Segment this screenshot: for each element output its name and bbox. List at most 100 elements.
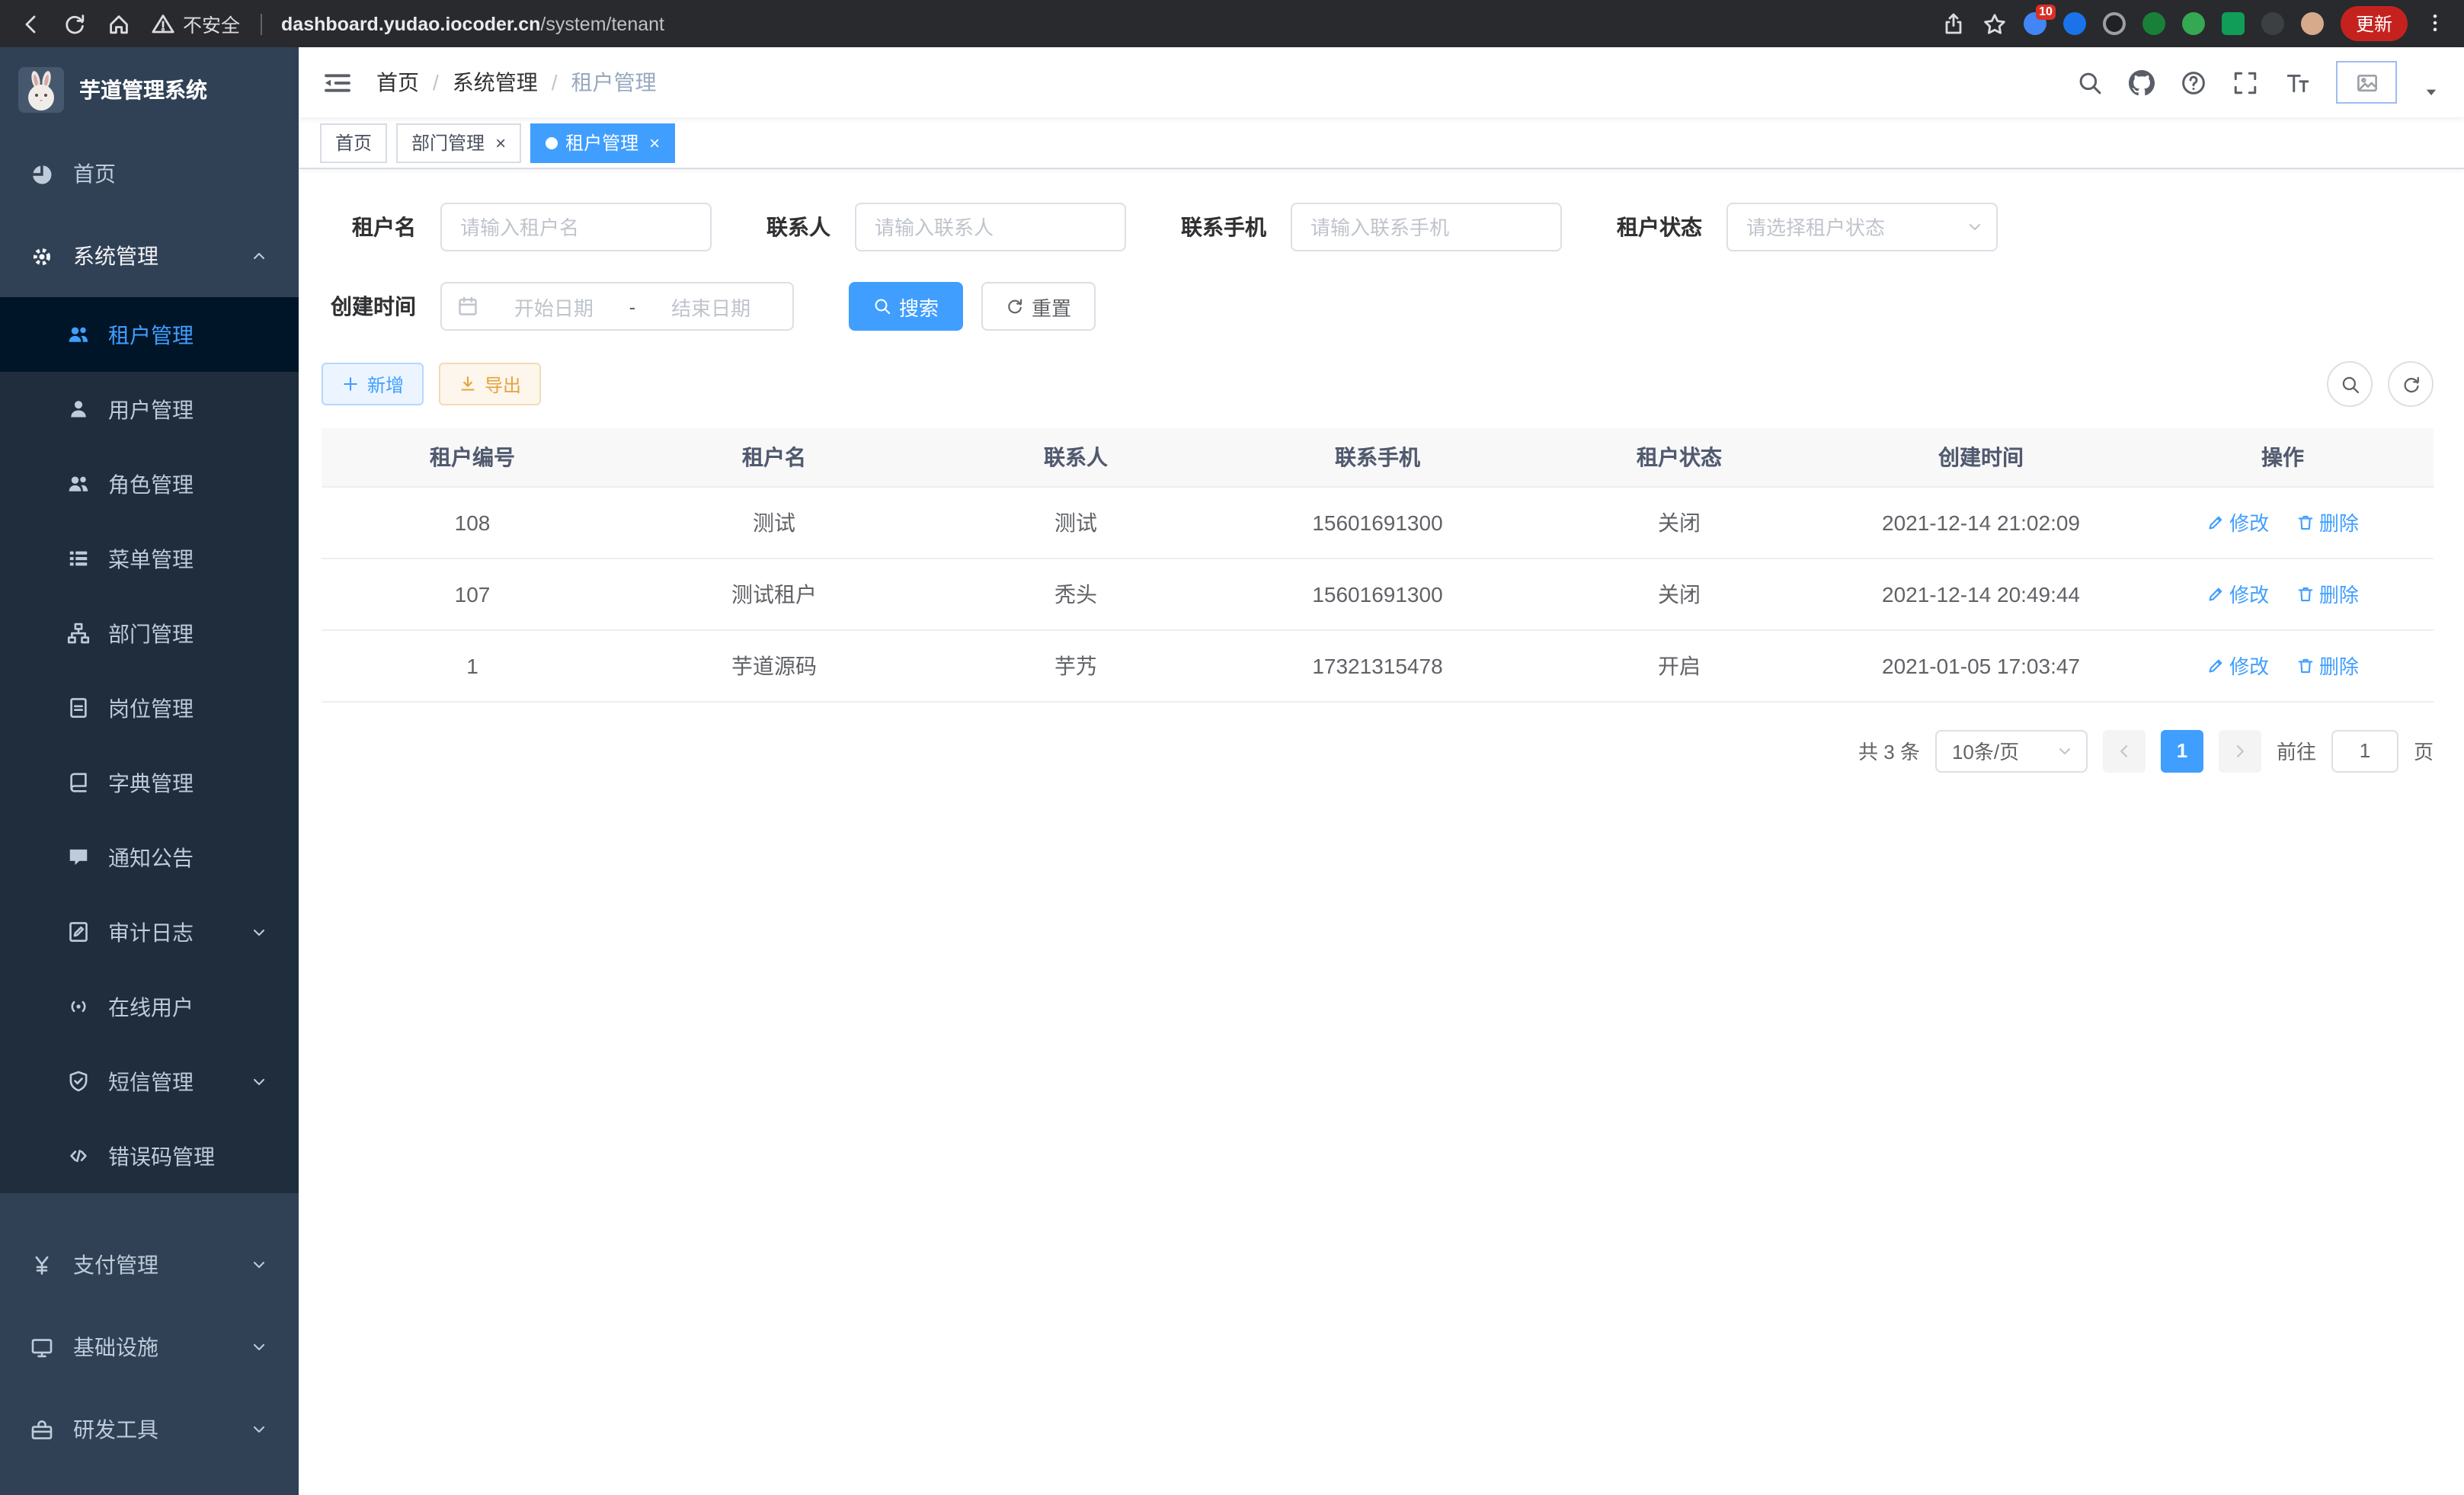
table-toolbar: 新增 导出 — [322, 361, 2434, 407]
extension-icon[interactable] — [2261, 12, 2284, 35]
tag-tenant[interactable]: 租户管理 × — [530, 123, 675, 162]
back-icon[interactable] — [18, 11, 43, 36]
share-icon[interactable] — [1941, 11, 1966, 36]
cell-phone: 15601691300 — [1227, 486, 1528, 558]
users-icon — [67, 472, 90, 495]
reset-button[interactable]: 重置 — [981, 282, 1096, 331]
phone-input[interactable] — [1291, 203, 1562, 251]
home-icon[interactable] — [107, 11, 131, 36]
sidebar-fold-icon[interactable] — [323, 69, 352, 95]
page-size-value: 10条/页 — [1952, 736, 2056, 765]
app-window: 芋道管理系统 首页 系统管理 租户管理 用户管理 — [0, 47, 2464, 1495]
column-header: 操作 — [2132, 428, 2434, 486]
address-bar[interactable]: dashboard.yudao.iocoder.cn/system/tenant — [281, 13, 1922, 34]
sidebar-item-infra[interactable]: 基础设施 — [0, 1306, 299, 1388]
browser-update-button[interactable]: 更新 — [2341, 6, 2408, 41]
breadcrumb-item[interactable]: 系统管理 — [453, 67, 538, 98]
delete-button[interactable]: 删除 — [2296, 507, 2359, 536]
users-icon — [67, 323, 90, 346]
extension-icon[interactable] — [2222, 12, 2245, 35]
extension-icon[interactable]: 10 — [2024, 12, 2046, 35]
caret-down-icon[interactable] — [2423, 83, 2440, 100]
sidebar-item-notice[interactable]: 通知公告 — [0, 820, 299, 895]
sidebar-item-user[interactable]: 用户管理 — [0, 372, 299, 447]
sidebar-item-payment[interactable]: 支付管理 — [0, 1224, 299, 1306]
sidebar-item-system[interactable]: 系统管理 — [0, 215, 299, 297]
extension-icon[interactable] — [2103, 12, 2126, 35]
goto-page-input[interactable] — [2331, 729, 2398, 772]
browser-update-label: 更新 — [2356, 11, 2392, 37]
sidebar-item-audit-log[interactable]: 审计日志 — [0, 895, 299, 969]
tag-home[interactable]: 首页 — [320, 123, 387, 162]
date-range-picker[interactable]: 开始日期 - 结束日期 — [440, 282, 794, 331]
help-icon[interactable] — [2181, 69, 2206, 95]
monitor-icon — [30, 1336, 53, 1359]
extension-icon[interactable] — [2182, 12, 2205, 35]
page-number[interactable]: 1 — [2161, 729, 2203, 772]
export-button[interactable]: 导出 — [439, 363, 541, 405]
delete-button[interactable]: 删除 — [2296, 651, 2359, 680]
sidebar-item-dict[interactable]: 字典管理 — [0, 745, 299, 820]
contact-input[interactable] — [855, 203, 1126, 251]
extension-badge: 10 — [2036, 5, 2056, 20]
cell-created: 2021-01-05 17:03:47 — [1830, 629, 2132, 701]
security-warning-label: 不安全 — [183, 9, 240, 38]
breadcrumb-item[interactable]: 首页 — [376, 67, 419, 98]
column-header: 联系手机 — [1227, 428, 1528, 486]
cell-tenant-id: 107 — [322, 558, 623, 629]
sidebar-item-online-users[interactable]: 在线用户 — [0, 969, 299, 1044]
user-icon — [67, 398, 90, 421]
extension-icon[interactable] — [2142, 12, 2165, 35]
sidebar-item-sms[interactable]: 短信管理 — [0, 1044, 299, 1119]
edit-button[interactable]: 修改 — [2206, 507, 2269, 536]
reload-icon[interactable] — [62, 11, 87, 36]
next-page-button[interactable] — [2219, 729, 2261, 772]
browser-menu-icon[interactable] — [2424, 11, 2446, 36]
profile-avatar-icon[interactable] — [2301, 12, 2324, 35]
pagination-total: 共 3 条 — [1858, 736, 1920, 765]
sidebar-item-dev-tools[interactable]: 研发工具 — [0, 1388, 299, 1471]
sidebar-item-dept[interactable]: 部门管理 — [0, 596, 299, 671]
extension-icon[interactable] — [2063, 12, 2086, 35]
security-chip[interactable]: 不安全 — [151, 9, 240, 38]
sidebar: 芋道管理系统 首页 系统管理 租户管理 用户管理 — [0, 47, 299, 1495]
edit-button[interactable]: 修改 — [2206, 579, 2269, 608]
gear-icon — [30, 245, 53, 267]
search-button[interactable]: 搜索 — [849, 282, 963, 331]
column-header: 租户状态 — [1528, 428, 1830, 486]
add-button[interactable]: 新增 — [322, 363, 424, 405]
github-icon[interactable] — [2129, 69, 2155, 95]
app-logo: 芋道管理系统 — [0, 47, 299, 133]
sidebar-item-home[interactable]: 首页 — [0, 133, 299, 215]
close-icon[interactable]: × — [649, 133, 660, 152]
sidebar-item-menu[interactable]: 菜单管理 — [0, 521, 299, 596]
sidebar-item-tenant[interactable]: 租户管理 — [0, 297, 299, 372]
delete-button[interactable]: 删除 — [2296, 579, 2359, 608]
column-header: 租户名 — [623, 428, 925, 486]
tag-dept[interactable]: 部门管理 × — [396, 123, 521, 162]
breadcrumb-separator: / — [552, 70, 558, 94]
fullscreen-icon[interactable] — [2232, 69, 2258, 95]
broadcast-icon — [67, 995, 90, 1018]
font-size-icon[interactable] — [2284, 69, 2310, 95]
tag-label: 首页 — [335, 130, 372, 155]
bookmark-star-icon[interactable] — [1982, 11, 2007, 36]
url-host: dashboard.yudao.iocoder.cn — [281, 13, 540, 34]
logo-image — [18, 67, 64, 113]
refresh-button[interactable] — [2388, 361, 2434, 407]
prev-page-button[interactable] — [2103, 729, 2146, 772]
yen-icon — [30, 1253, 53, 1276]
sidebar-item-role[interactable]: 角色管理 — [0, 447, 299, 521]
sidebar-item-post[interactable]: 岗位管理 — [0, 671, 299, 745]
status-select[interactable] — [1726, 203, 1998, 251]
search-icon[interactable] — [2077, 69, 2103, 95]
toggle-search-button[interactable] — [2327, 361, 2373, 407]
user-avatar[interactable] — [2336, 61, 2397, 104]
edit-button[interactable]: 修改 — [2206, 651, 2269, 680]
page-size-select[interactable]: 10条/页 — [1935, 729, 2088, 772]
breadcrumb-item-current: 租户管理 — [571, 67, 657, 98]
chevron-up-icon — [250, 247, 268, 265]
sidebar-item-error-code[interactable]: 错误码管理 — [0, 1119, 299, 1193]
close-icon[interactable]: × — [495, 133, 506, 152]
tenant-name-input[interactable] — [440, 203, 712, 251]
